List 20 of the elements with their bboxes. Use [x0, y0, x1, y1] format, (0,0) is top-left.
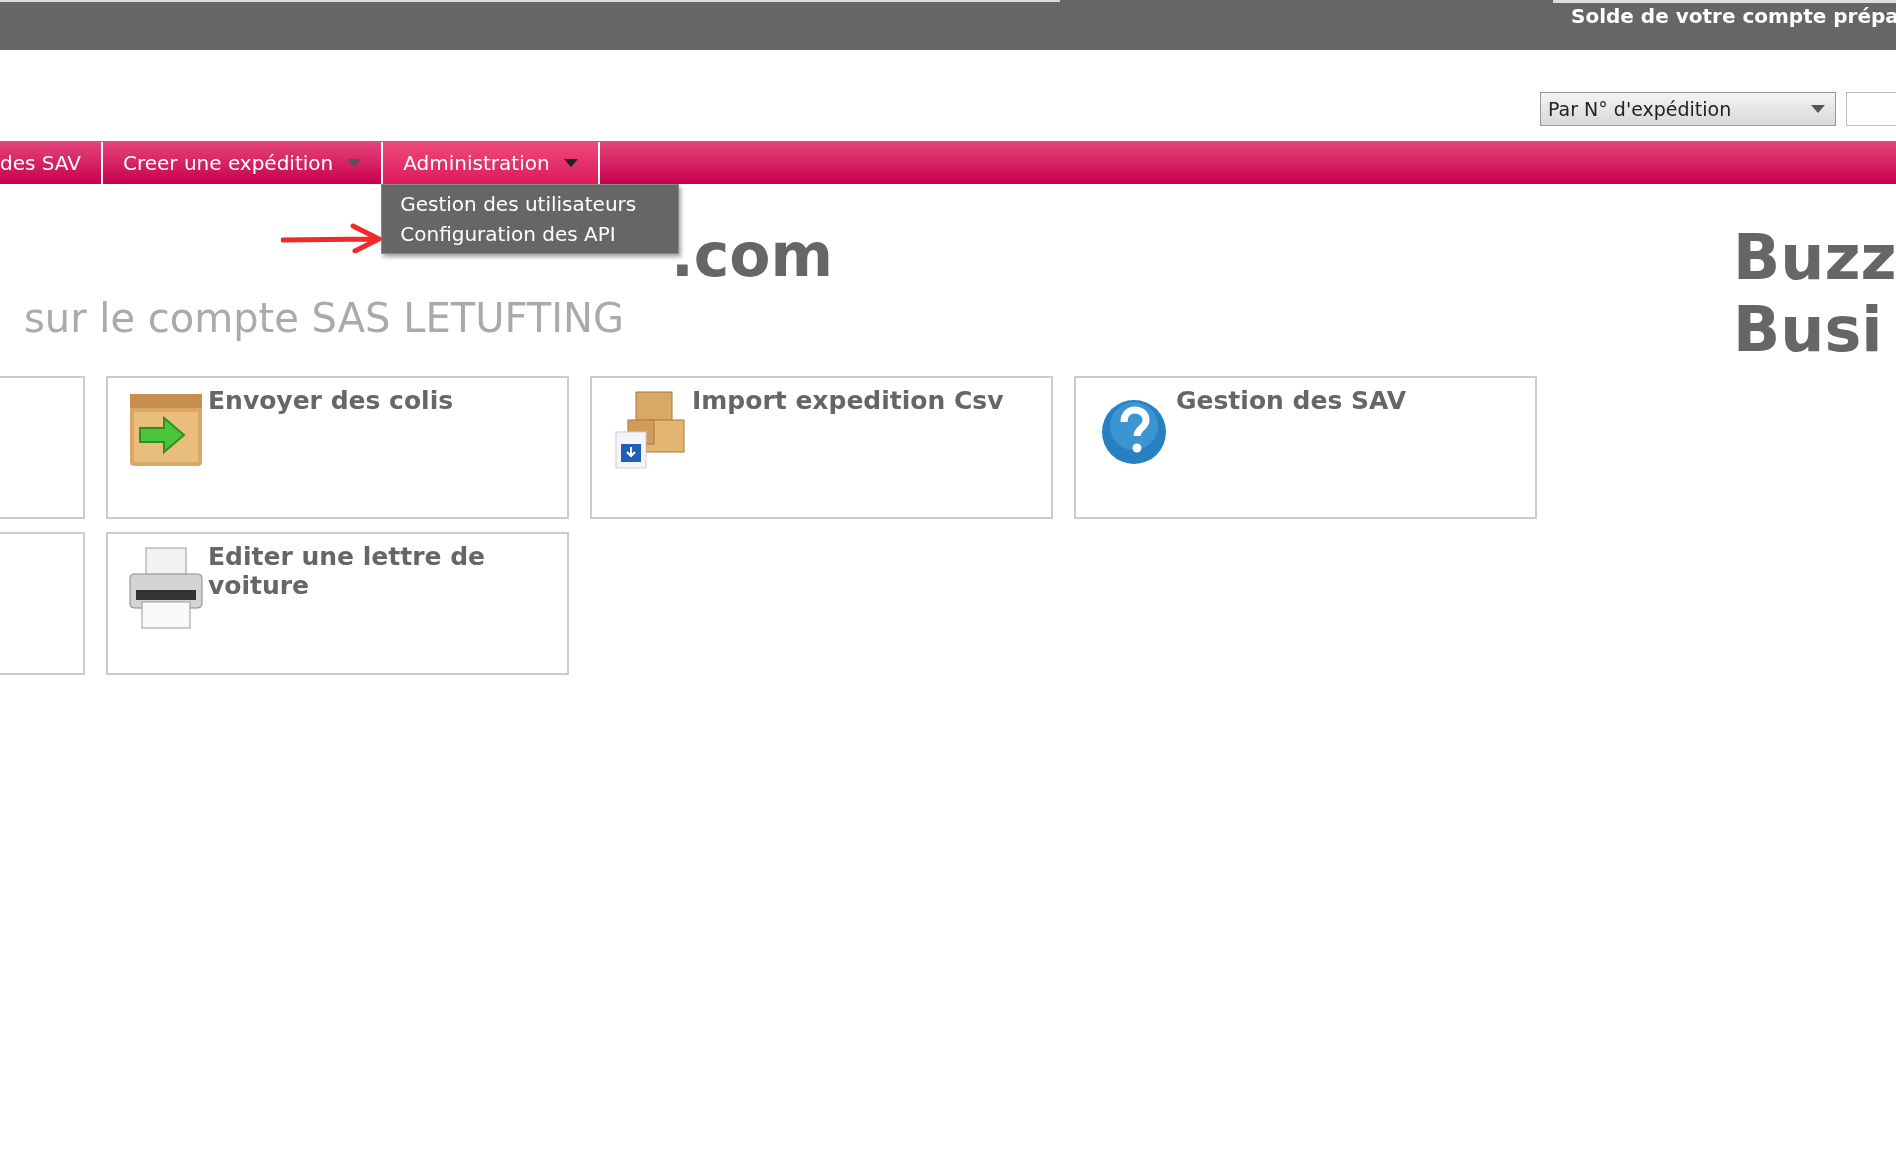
tile-title: Import expedition Csv [692, 386, 1004, 415]
tile-card[interactable]: Envoyer des colis [106, 376, 569, 519]
menu-item[interactable]: Gestion des utilisateurs [382, 189, 679, 219]
search-type-select[interactable]: Par N° d'expédition [1540, 92, 1836, 126]
tile-card[interactable]: Import expedition Csv [590, 376, 1053, 519]
tile-card[interactable]: Editer une lettre de voiture [106, 532, 569, 675]
boxes-icon [612, 390, 688, 470]
tile-title: Gestion des SAV [1176, 386, 1406, 415]
nav-item[interactable]: des SAV [0, 142, 103, 184]
search-field[interactable] [1846, 92, 1896, 126]
tile-card[interactable] [0, 532, 85, 675]
caret-icon [1811, 105, 1825, 113]
tile-title: Envoyer des colis [208, 386, 454, 415]
tile-title: Editer une lettre de voiture [208, 542, 486, 600]
tile-card[interactable]: Gestion des SAV [1074, 376, 1537, 519]
account-subtitle: sur le compte SAS LETUFTING [24, 294, 625, 343]
brand-name: Buzz [1733, 222, 1896, 294]
printer-icon [128, 546, 204, 632]
brand-name: Busi [1733, 294, 1884, 366]
tile-card[interactable] [0, 376, 85, 519]
